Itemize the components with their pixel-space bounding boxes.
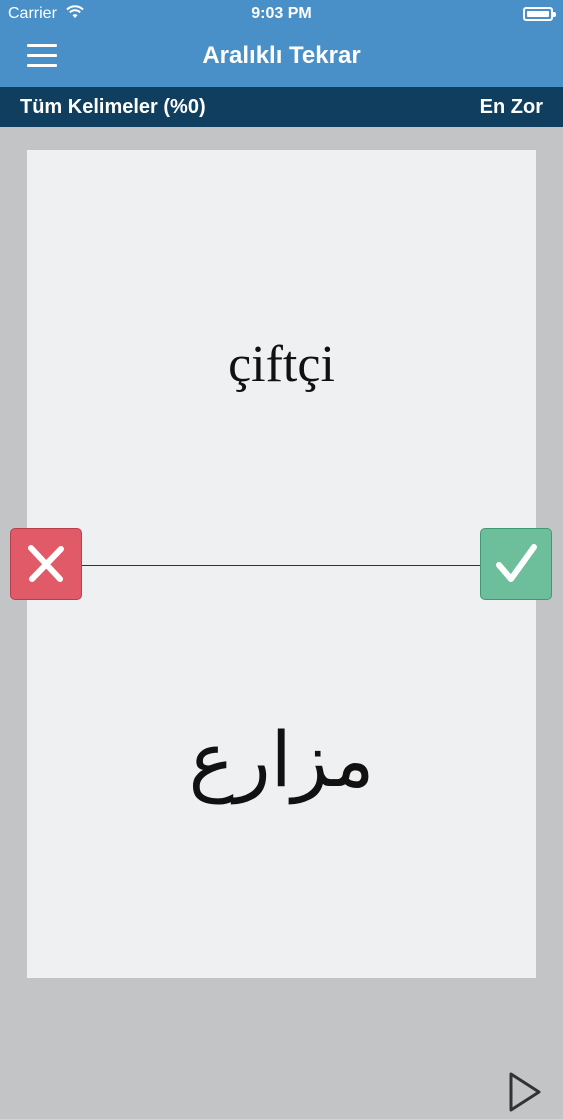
flashcard[interactable]: çiftçi مزارع [27, 150, 541, 1112]
deck-bar: Tüm Kelimeler (%0) En Zor [0, 87, 563, 127]
right-answer-button[interactable] [480, 528, 552, 600]
play-audio-button[interactable] [505, 1070, 545, 1114]
status-bar: Carrier 9:03 PM [0, 0, 563, 30]
close-icon [28, 545, 64, 582]
checkmark-icon [496, 544, 537, 582]
battery-icon [523, 7, 556, 21]
card-divider [82, 565, 482, 566]
card-back-word: مزارع [188, 715, 375, 804]
status-time: 9:03 PM [251, 5, 312, 22]
difficulty-mode[interactable]: En Zor [480, 96, 543, 119]
deck-selector[interactable]: Tüm Kelimeler (%0) [20, 96, 206, 119]
play-icon [509, 1072, 541, 1112]
page-title: Aralıklı Tekrar [202, 42, 361, 69]
wrong-answer-button[interactable] [10, 528, 82, 600]
card-front-word: çiftçi [228, 336, 335, 393]
top-bar: Carrier 9:03 PM Aralıklı Tekrar [0, 0, 563, 87]
